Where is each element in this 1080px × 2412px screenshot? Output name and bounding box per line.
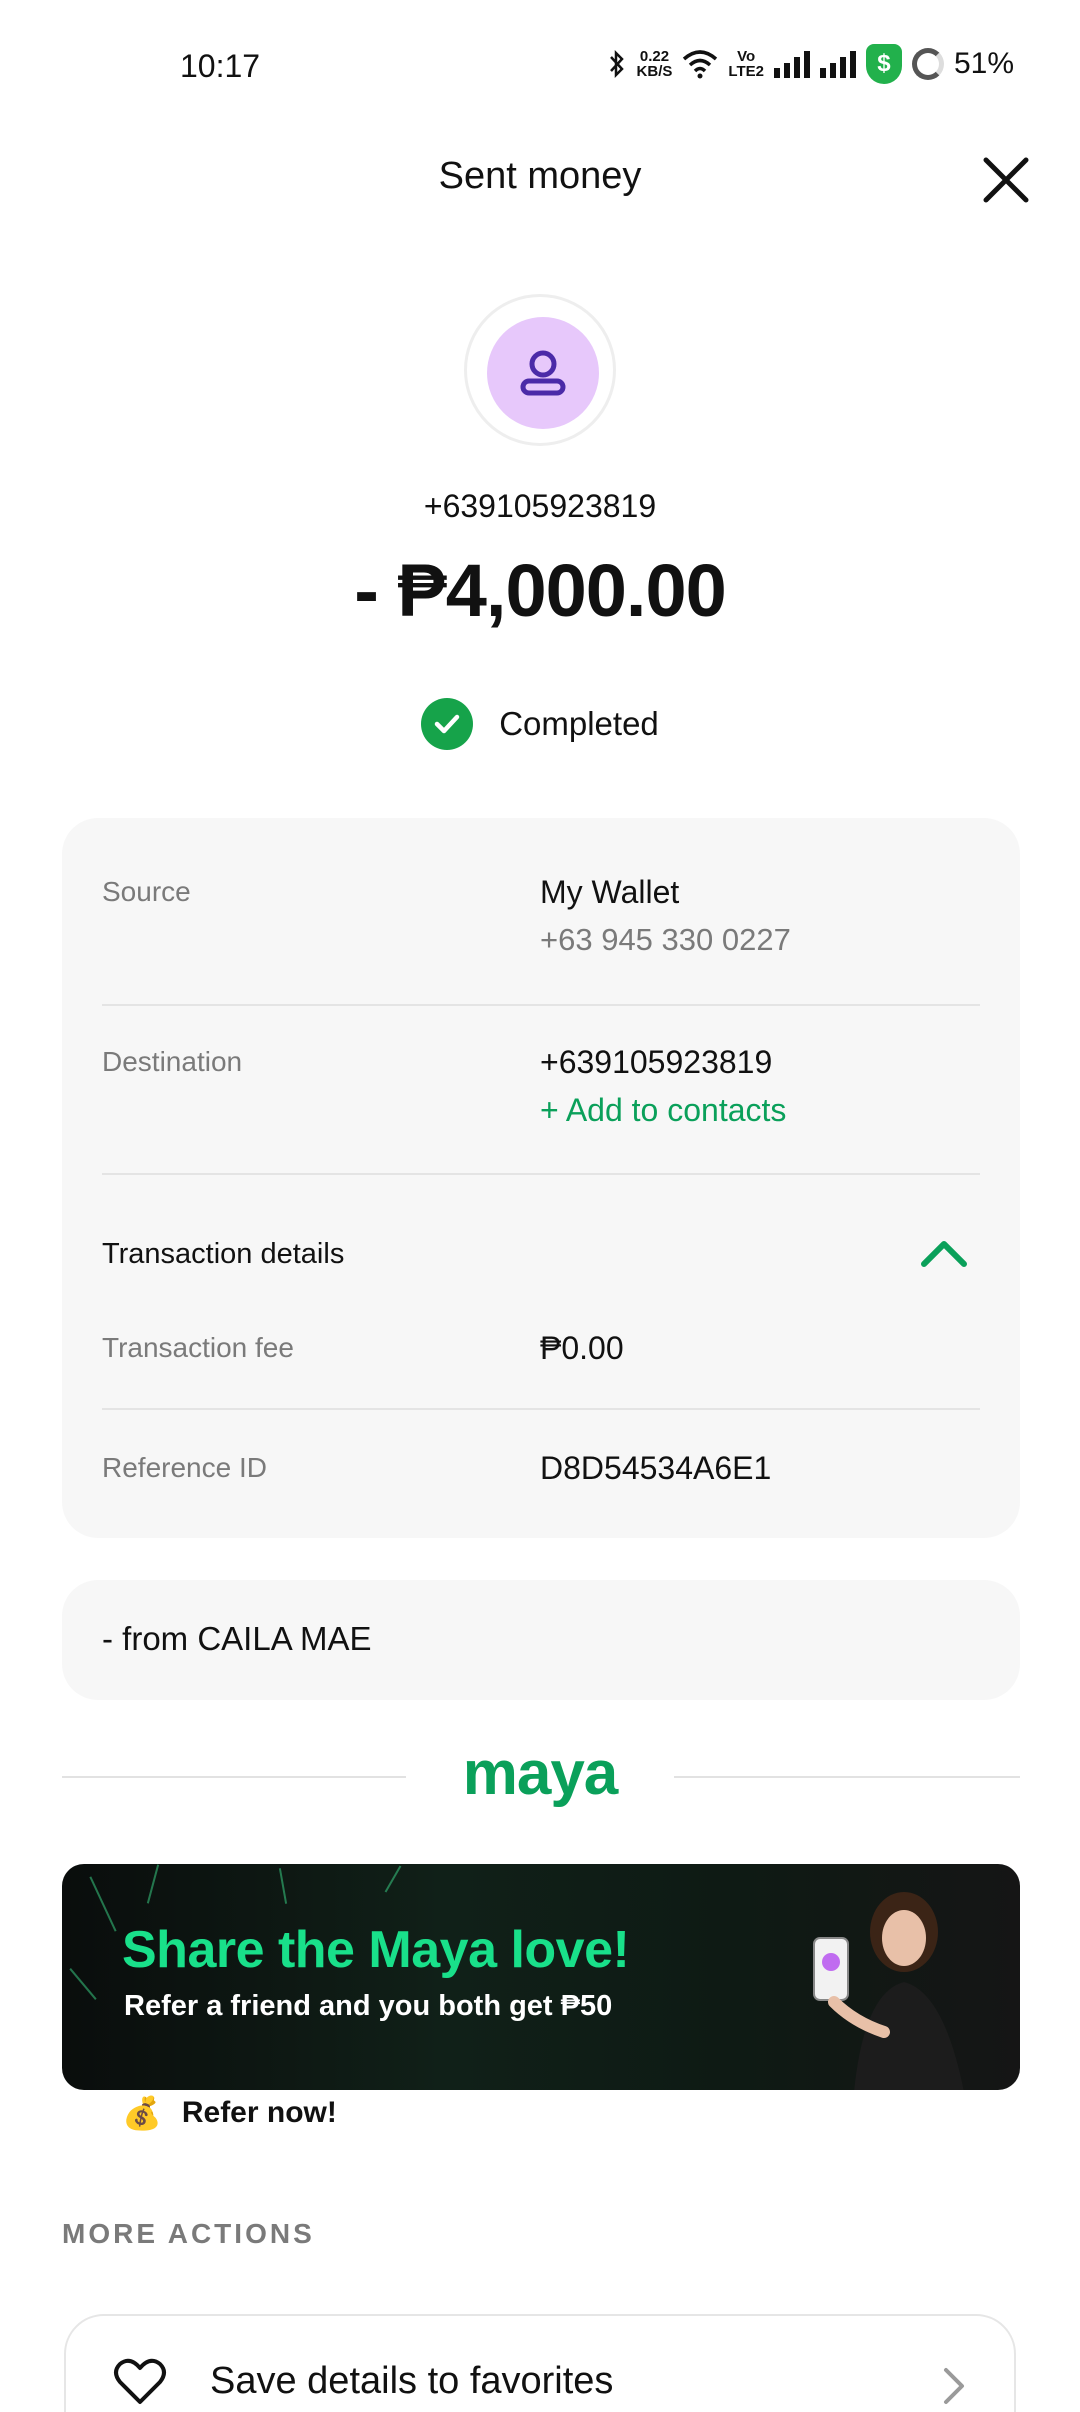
page-title: Sent money [438, 155, 642, 197]
promo-banner[interactable]: Share the Maya love! Refer a friend and … [62, 1864, 1020, 2090]
transaction-details-title[interactable]: Transaction details [102, 1238, 344, 1271]
status-bar: 10:17 0.22 KB/S Vo LTE2 $ 51% [0, 0, 1080, 130]
more-actions-heading: MORE ACTIONS [62, 2218, 315, 2249]
battery-level: 51% [953, 47, 1014, 80]
add-to-contacts-link[interactable]: + Add to contacts [540, 1092, 786, 1129]
refer-now-label: Refer now! [181, 2096, 337, 2129]
signal-icon [773, 50, 810, 78]
status-badge: Completed [0, 698, 1080, 750]
close-icon[interactable] [978, 152, 1034, 208]
note-text: - from CAILA MAE [102, 1620, 372, 1657]
save-to-favorites-label: Save details to favorites [210, 2360, 614, 2402]
network-speed: 0.22 KB/S [636, 48, 673, 80]
details-card: Source My Wallet +63 945 330 0227 Destin… [62, 818, 1020, 1538]
check-circle-icon [421, 698, 474, 750]
banner-subtitle: Refer a friend and you both get ₱50 [124, 1990, 613, 2022]
divider [102, 1004, 980, 1006]
source-label: Source [102, 876, 191, 907]
maya-logo: maya [462, 1739, 619, 1808]
note-card: - from CAILA MAE [62, 1580, 1020, 1700]
source-value: My Wallet [540, 874, 680, 910]
refer-now-link[interactable]: 💰 Refer now! [122, 2094, 337, 2132]
sparkle [146, 1864, 160, 1904]
bluetooth-icon [609, 49, 624, 79]
signal-icon [819, 50, 856, 78]
money-bag-icon: 💰 [122, 2095, 162, 2131]
source-sub: +63 945 330 0227 [540, 922, 791, 957]
wifi-icon [683, 50, 718, 79]
destination-value: +639105923819 [540, 1044, 773, 1080]
chevron-up-icon[interactable] [918, 1232, 970, 1272]
reference-value[interactable]: D8D54534A6E1 [540, 1450, 771, 1487]
chevron-right-icon [944, 2368, 964, 2404]
divider [102, 1173, 980, 1175]
fee-label: Transaction fee [102, 1332, 294, 1363]
status-icons: 0.22 KB/S Vo LTE2 $ 51% [607, 44, 1014, 84]
status-time: 10:17 [180, 48, 261, 84]
sparkle [384, 1865, 402, 1893]
save-to-favorites-button[interactable]: Save details to favorites [64, 2314, 1016, 2412]
destination-label: Destination [102, 1046, 243, 1077]
sparkle [69, 1968, 97, 2000]
sparkle [278, 1868, 288, 1904]
recipient-avatar [464, 294, 616, 446]
person-icon [520, 350, 566, 396]
amount: - ₱4,000.00 [354, 549, 727, 632]
battery-ring-icon [911, 48, 944, 80]
banner-title: Share the Maya love! [122, 1921, 630, 1979]
security-shield-icon: $ [865, 44, 902, 84]
heart-icon [114, 2358, 166, 2404]
fee-value: ₱0.00 [540, 1330, 624, 1366]
avatar [487, 317, 599, 429]
sparkle [89, 1876, 117, 1932]
reference-label: Reference ID [102, 1452, 267, 1483]
divider [102, 1408, 980, 1410]
volte-icon: Vo LTE2 [728, 48, 764, 80]
status-label: Completed [499, 705, 659, 742]
promo-person-image [813, 1892, 964, 2090]
recipient-number: +639105923819 [423, 488, 657, 524]
